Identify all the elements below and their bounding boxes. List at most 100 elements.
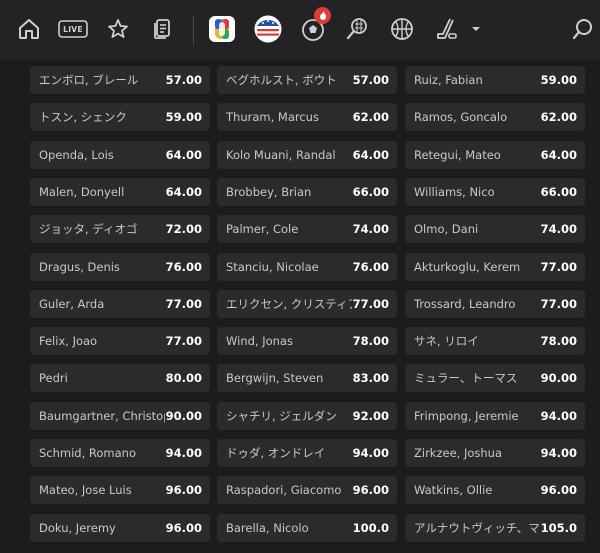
odds-value: 96.00 xyxy=(165,483,202,498)
player-name: Thuram, Marcus xyxy=(226,110,319,125)
odds-value: 72.00 xyxy=(165,222,202,237)
odds-selection-button[interactable]: ドゥダ, オンドレイ 94.00 xyxy=(217,439,397,467)
odds-selection-button[interactable]: Mateo, Jose Luis 96.00 xyxy=(30,476,210,505)
odds-value: 64.00 xyxy=(165,184,202,199)
player-name: Baumgartner, Christoph xyxy=(39,408,165,423)
odds-selection-button[interactable]: Brobbey, Brian 66.00 xyxy=(217,177,397,206)
odds-selection-button[interactable]: Guler, Arda 77.00 xyxy=(30,289,210,318)
odds-selection-button[interactable]: Palmer, Cole 74.00 xyxy=(217,215,397,244)
odds-value: 94.00 xyxy=(352,446,389,460)
odds-selection-button[interactable]: Barella, Nicolo 100.0 xyxy=(217,513,397,542)
player-name: Williams, Nico xyxy=(414,184,495,199)
odds-selection-button[interactable]: Akturkoglu, Kerem 77.00 xyxy=(405,252,585,281)
player-name: ドゥダ, オンドレイ xyxy=(226,446,326,460)
player-name: アルナウトヴィッチ、マルコ xyxy=(414,520,540,535)
odds-selection-button[interactable]: Retegui, Mateo 64.00 xyxy=(405,140,585,169)
odds-selection-button[interactable]: Raspadori, Giacomo 96.00 xyxy=(217,476,397,505)
odds-selection-button[interactable]: Wind, Jonas 78.00 xyxy=(217,327,397,356)
odds-value: 105.0 xyxy=(540,520,577,535)
odds-selection-button[interactable]: Williams, Nico 66.00 xyxy=(405,177,585,206)
nav-divider xyxy=(193,15,194,45)
player-name: ジョッタ, ディオゴ xyxy=(39,222,138,237)
player-name: Ramos, Goncalo xyxy=(414,110,508,125)
tennis-icon[interactable] xyxy=(340,12,374,46)
odds-value: 57.00 xyxy=(165,73,202,87)
odds-selection-button[interactable]: Doku, Jeremy 96.00 xyxy=(30,513,210,542)
player-name: トスン, シェンク xyxy=(39,110,127,125)
odds-value: 92.00 xyxy=(352,408,389,423)
chevron-down-icon[interactable] xyxy=(466,12,486,46)
odds-value: 90.00 xyxy=(165,408,202,423)
odds-value: 66.00 xyxy=(540,184,577,199)
player-name: Openda, Lois xyxy=(39,147,114,162)
player-name: エンボロ, ブレール xyxy=(39,73,139,87)
player-name: サネ, リロイ xyxy=(414,334,479,349)
odds-value: 64.00 xyxy=(540,147,577,162)
home-icon[interactable] xyxy=(12,12,46,46)
odds-selection-button[interactable]: アルナウトヴィッチ、マルコ105.0 xyxy=(405,513,585,542)
player-name: Guler, Arda xyxy=(39,296,105,311)
odds-selection-button[interactable]: エンボロ, ブレール 57.00 xyxy=(30,66,210,94)
player-name: ベグホルスト, ボウト xyxy=(226,73,337,87)
odds-selection-button[interactable]: Dragus, Denis 76.00 xyxy=(30,252,210,281)
odds-selection-button[interactable]: ジョッタ, ディオゴ 72.00 xyxy=(30,215,210,244)
odds-value: 59.00 xyxy=(165,110,202,125)
odds-value: 100.0 xyxy=(352,520,389,535)
odds-value: 62.00 xyxy=(540,110,577,125)
euro-2024-icon[interactable] xyxy=(205,12,239,46)
live-icon[interactable]: LIVE xyxy=(55,12,91,46)
odds-value: 76.00 xyxy=(352,259,389,274)
betslip-icon[interactable] xyxy=(145,12,179,46)
player-name: Brobbey, Brian xyxy=(226,184,312,199)
odds-selection-button[interactable]: Thuram, Marcus 62.00 xyxy=(217,103,397,132)
player-name: Zirkzee, Joshua xyxy=(414,446,503,460)
odds-value: 77.00 xyxy=(352,296,389,311)
odds-selection-button[interactable]: ベグホルスト, ボウト 57.00 xyxy=(217,66,397,94)
hockey-icon[interactable] xyxy=(430,12,464,46)
odds-selection-button[interactable]: Felix, Joao 77.00 xyxy=(30,327,210,356)
odds-selection-button[interactable]: Watkins, Ollie 96.00 xyxy=(405,476,585,505)
odds-value: 66.00 xyxy=(352,184,389,199)
star-icon[interactable] xyxy=(101,12,135,46)
player-name: Frimpong, Jeremie xyxy=(414,408,519,423)
player-name: Dragus, Denis xyxy=(39,259,120,274)
odds-selection-button[interactable]: Openda, Lois 64.00 xyxy=(30,140,210,169)
odds-selection-button[interactable]: サネ, リロイ 78.00 xyxy=(405,327,585,356)
odds-selection-button[interactable]: Malen, Donyell 64.00 xyxy=(30,177,210,206)
odds-selection-button[interactable]: Baumgartner, Christoph 90.00 xyxy=(30,401,210,430)
odds-selection-button[interactable]: Pedri 80.00 xyxy=(30,364,210,393)
odds-selection-button[interactable]: Bergwijn, Steven 83.00 xyxy=(217,364,397,393)
odds-selection-button[interactable]: Ruiz, Fabian 59.00 xyxy=(405,66,585,94)
player-name: Olmo, Dani xyxy=(414,222,479,237)
odds-value: 80.00 xyxy=(165,371,202,386)
odds-value: 96.00 xyxy=(540,483,577,498)
odds-value: 77.00 xyxy=(165,296,202,311)
odds-selection-button[interactable]: Frimpong, Jeremie 94.00 xyxy=(405,401,585,430)
odds-selection-button[interactable]: トスン, シェンク 59.00 xyxy=(30,103,210,132)
top-navigation-bar: LIVE xyxy=(0,0,600,60)
odds-selection-button[interactable]: Trossard, Leandro 77.00 xyxy=(405,289,585,318)
player-name: Wind, Jonas xyxy=(226,334,293,349)
odds-value: 77.00 xyxy=(540,296,577,311)
odds-selection-button[interactable]: Stanciu, Nicolae 76.00 xyxy=(217,252,397,281)
basketball-icon[interactable] xyxy=(385,12,419,46)
odds-value: 74.00 xyxy=(352,222,389,237)
odds-selection-button[interactable]: Schmid, Romano 94.00 xyxy=(30,439,210,467)
odds-selection-button[interactable]: Ramos, Goncalo 62.00 xyxy=(405,103,585,132)
player-name: Mateo, Jose Luis xyxy=(39,483,132,498)
copa-america-icon[interactable] xyxy=(251,12,285,46)
odds-list: エンボロ, ブレール 57.00 ベグホルスト, ボウト 57.00 Ruiz, Fab… xyxy=(0,60,600,553)
odds-value: 83.00 xyxy=(352,371,389,386)
player-name: Kolo Muani, Randal xyxy=(226,147,336,162)
search-icon[interactable] xyxy=(566,12,600,46)
player-name: Retegui, Mateo xyxy=(414,147,501,162)
odds-value: 90.00 xyxy=(540,371,577,386)
odds-value: 74.00 xyxy=(540,222,577,237)
odds-value: 78.00 xyxy=(352,334,389,349)
odds-selection-button[interactable]: Zirkzee, Joshua 94.00 xyxy=(405,439,585,467)
odds-selection-button[interactable]: Olmo, Dani 74.00 xyxy=(405,215,585,244)
odds-selection-button[interactable]: ミュラー、トーマス 90.00 xyxy=(405,364,585,393)
odds-selection-button[interactable]: Kolo Muani, Randal 64.00 xyxy=(217,140,397,169)
odds-selection-button[interactable]: エリクセン, クリスティアン77.00 xyxy=(217,289,397,318)
odds-selection-button[interactable]: シャチリ, ジェルダン 92.00 xyxy=(217,401,397,430)
